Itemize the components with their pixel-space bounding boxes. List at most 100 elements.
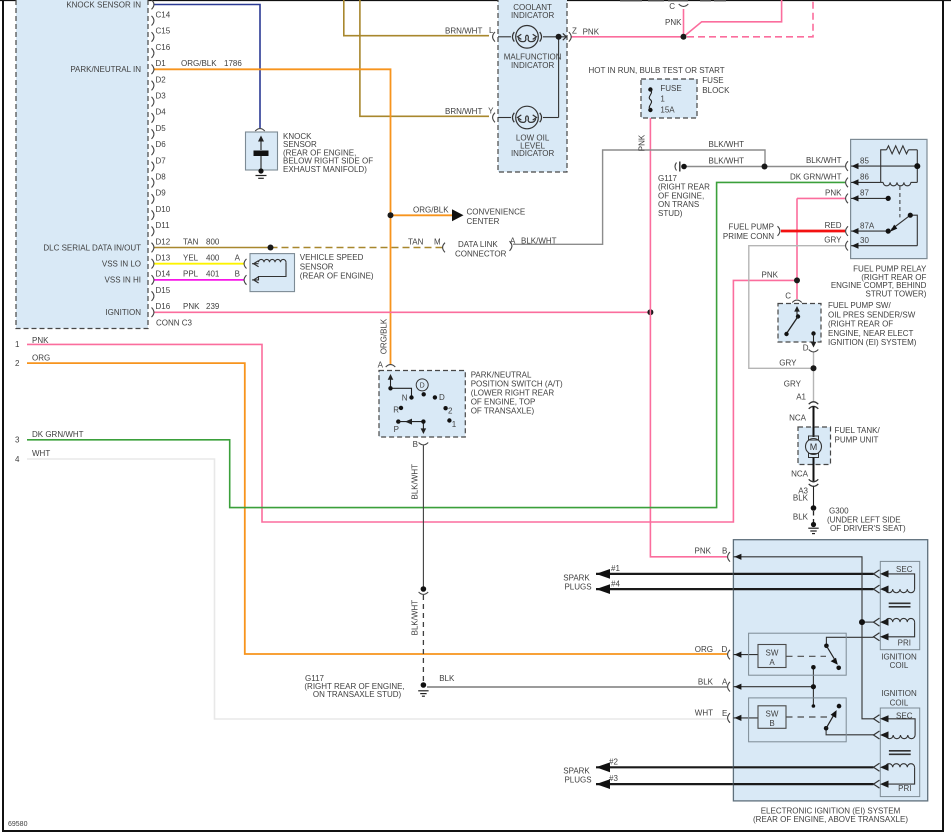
svg-text:WHT: WHT	[695, 709, 713, 718]
svg-text:(LOWER RIGHT REAR: (LOWER RIGHT REAR	[471, 388, 555, 397]
svg-text:CONVENIENCE: CONVENIENCE	[467, 208, 526, 217]
svg-text:GRY: GRY	[784, 380, 802, 389]
svg-text:BLK/WHT: BLK/WHT	[410, 464, 419, 500]
svg-text:15A: 15A	[660, 105, 675, 114]
svg-text:PNK: PNK	[665, 18, 682, 27]
svg-text:D: D	[722, 645, 728, 654]
svg-text:D6: D6	[156, 140, 167, 149]
svg-text:D: D	[803, 344, 809, 353]
svg-text:D7: D7	[156, 156, 167, 165]
svg-text:FUSE: FUSE	[660, 84, 681, 93]
svg-text:FUSE: FUSE	[702, 76, 723, 85]
svg-text:SEC: SEC	[896, 565, 913, 574]
svg-text:69580: 69580	[8, 821, 28, 828]
svg-text:PARK/NEUTRAL IN: PARK/NEUTRAL IN	[70, 65, 141, 74]
svg-text:VEHICLE SPEED: VEHICLE SPEED	[300, 253, 364, 262]
svg-text:1786: 1786	[224, 59, 242, 68]
svg-text:SW: SW	[766, 648, 779, 657]
svg-text:ORG: ORG	[695, 645, 713, 654]
svg-text:PARK/NEUTRAL: PARK/NEUTRAL	[471, 370, 532, 379]
svg-text:COIL: COIL	[890, 699, 909, 708]
svg-text:ORG: ORG	[32, 353, 50, 362]
svg-text:DK GRN/WHT: DK GRN/WHT	[32, 430, 84, 439]
svg-text:#2: #2	[609, 757, 618, 766]
svg-text:EXHAUST MANIFOLD): EXHAUST MANIFOLD)	[283, 165, 367, 174]
svg-text:1: 1	[15, 340, 20, 349]
svg-text:B: B	[413, 440, 418, 449]
svg-text:DATA LINK: DATA LINK	[458, 240, 498, 249]
svg-text:PNK: PNK	[638, 134, 647, 151]
svg-text:OIL PRES SENDER/SW: OIL PRES SENDER/SW	[828, 310, 916, 319]
svg-text:Y: Y	[488, 107, 494, 116]
svg-text:L: L	[489, 26, 494, 35]
svg-text:PNK: PNK	[583, 27, 600, 36]
svg-text:INDICATOR: INDICATOR	[511, 149, 554, 158]
svg-text:A: A	[378, 361, 384, 370]
svg-text:PLUGS: PLUGS	[564, 776, 591, 785]
svg-text:R: R	[393, 405, 399, 414]
svg-text:BLK: BLK	[698, 677, 714, 686]
svg-text:85: 85	[860, 156, 869, 165]
svg-text:2: 2	[15, 359, 20, 368]
svg-text:SW: SW	[766, 709, 779, 718]
svg-text:D1: D1	[156, 59, 167, 68]
svg-text:PNK: PNK	[825, 188, 842, 197]
svg-text:(RIGHT REAR OF: (RIGHT REAR OF	[828, 320, 893, 329]
svg-text:PRI: PRI	[898, 784, 911, 793]
svg-text:D: D	[420, 383, 425, 390]
svg-text:A1: A1	[796, 393, 806, 402]
svg-text:M: M	[434, 237, 441, 246]
svg-text:D14: D14	[156, 270, 171, 279]
svg-text:OF ENGINE, TOP: OF ENGINE, TOP	[471, 397, 536, 406]
svg-text:1: 1	[452, 420, 457, 429]
svg-text:D3: D3	[156, 92, 167, 101]
svg-text:INDICATOR: INDICATOR	[511, 11, 554, 20]
svg-text:1: 1	[660, 95, 665, 104]
svg-text:D10: D10	[156, 205, 171, 214]
svg-text:DK GRN/WHT: DK GRN/WHT	[790, 172, 842, 181]
svg-text:3: 3	[15, 436, 20, 445]
svg-text:E: E	[722, 709, 727, 718]
svg-text:D8: D8	[156, 173, 167, 182]
svg-text:RED: RED	[825, 221, 842, 230]
svg-text:BLK/WHT: BLK/WHT	[806, 156, 842, 165]
svg-text:PNK: PNK	[32, 336, 49, 345]
svg-text:SEC: SEC	[896, 712, 913, 721]
svg-text:Z: Z	[572, 27, 577, 36]
svg-text:D13: D13	[156, 254, 171, 263]
svg-text:OF ENGINE,: OF ENGINE,	[658, 191, 704, 200]
svg-text:CONN C3: CONN C3	[156, 319, 193, 328]
svg-text:CONNECTOR: CONNECTOR	[455, 250, 507, 259]
svg-text:PUMP UNIT: PUMP UNIT	[835, 436, 879, 445]
svg-text:GRY: GRY	[779, 358, 797, 367]
svg-text:IGNITION: IGNITION	[881, 689, 917, 698]
svg-text:BRN/WHT: BRN/WHT	[445, 26, 482, 35]
svg-text:D16: D16	[156, 302, 171, 311]
svg-text:BRN/WHT: BRN/WHT	[445, 107, 482, 116]
svg-text:N: N	[402, 394, 408, 403]
svg-text:C15: C15	[156, 27, 171, 36]
svg-text:B: B	[235, 270, 240, 279]
svg-text:M: M	[810, 442, 818, 452]
svg-text:239: 239	[206, 302, 220, 311]
svg-text:STUD): STUD)	[658, 209, 683, 218]
svg-text:IGNITION: IGNITION	[105, 308, 141, 317]
svg-text:D15: D15	[156, 286, 171, 295]
svg-text:400: 400	[206, 254, 220, 263]
svg-text:FUEL PUMP: FUEL PUMP	[729, 223, 775, 232]
svg-text:TAN: TAN	[408, 237, 424, 246]
svg-text:BLK: BLK	[793, 513, 809, 522]
svg-text:PNK: PNK	[183, 302, 200, 311]
svg-text:D9: D9	[156, 189, 167, 198]
svg-text:P: P	[394, 425, 399, 434]
svg-text:IGNITION (EI) SYSTEM): IGNITION (EI) SYSTEM)	[828, 338, 917, 347]
svg-text:HOT IN RUN, BULB TEST OR START: HOT IN RUN, BULB TEST OR START	[589, 66, 725, 75]
svg-text:OF DRIVER'S SEAT): OF DRIVER'S SEAT)	[830, 524, 906, 533]
svg-text:4: 4	[15, 455, 20, 464]
svg-text:PNK: PNK	[762, 271, 779, 280]
svg-text:C16: C16	[156, 43, 171, 52]
svg-text:ON TRANS: ON TRANS	[658, 200, 699, 209]
svg-text:D2: D2	[156, 75, 167, 84]
svg-text:BLK/WHT: BLK/WHT	[521, 237, 557, 246]
svg-text:C: C	[785, 292, 791, 301]
